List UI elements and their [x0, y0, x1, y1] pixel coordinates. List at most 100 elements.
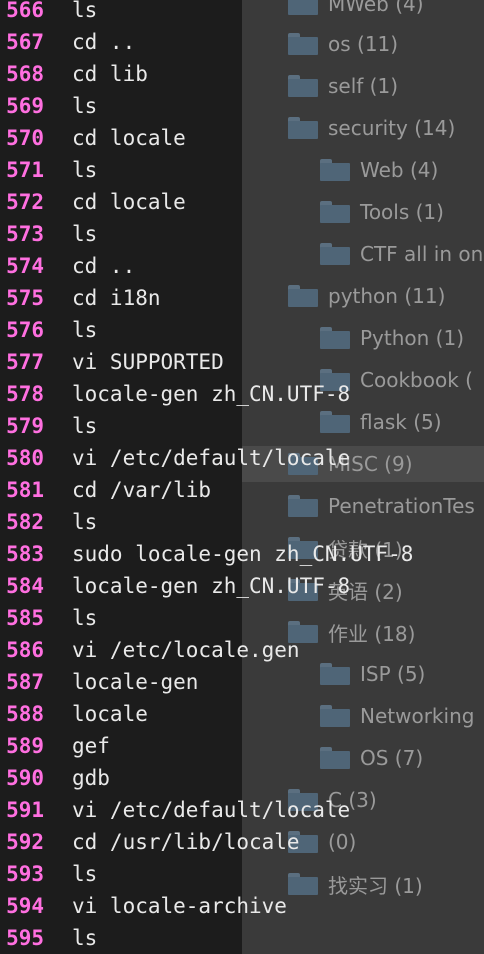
- file-tree-sidebar: MWeb (4) os (11) self (1) security (14) …: [242, 0, 484, 954]
- folder-icon: [320, 747, 350, 769]
- line-number: 579: [6, 414, 44, 438]
- tree-item-label: Web (4): [360, 158, 439, 182]
- command-text: ls: [72, 318, 98, 342]
- history-line: 574 cd ..: [0, 250, 135, 282]
- tree-item-label: PenetrationTes: [328, 494, 475, 518]
- history-line: 570 cd locale: [0, 122, 186, 154]
- line-number: 589: [6, 734, 44, 758]
- line-number: 593: [6, 862, 44, 886]
- tree-item-label: python (11): [328, 284, 446, 308]
- line-number: 567: [6, 30, 44, 54]
- history-line: 581 cd /var/lib: [0, 474, 211, 506]
- command-text: ls: [72, 510, 98, 534]
- tree-item-label: ISP (5): [360, 662, 426, 686]
- command-text: cd ..: [72, 254, 136, 278]
- folder-icon: [288, 75, 318, 97]
- tree-item-internship[interactable]: 找实习 (1): [288, 868, 423, 900]
- folder-icon: [320, 201, 350, 223]
- tree-item-flask[interactable]: flask (5): [320, 406, 442, 438]
- command-text: locale: [72, 702, 148, 726]
- tree-item-misc[interactable]: MISC (9): [288, 448, 413, 480]
- tree-item-tools[interactable]: Tools (1): [320, 196, 444, 228]
- tree-item-unnamed[interactable]: (0): [288, 826, 356, 858]
- command-text: ls: [72, 94, 98, 118]
- folder-icon: [288, 0, 318, 15]
- history-line: 573 ls: [0, 218, 97, 250]
- history-line: 582 ls: [0, 506, 97, 538]
- folder-icon: [288, 33, 318, 55]
- line-number: 572: [6, 190, 44, 214]
- tree-item-networking[interactable]: Networking: [320, 700, 474, 732]
- line-number: 575: [6, 286, 44, 310]
- tree-item-os[interactable]: os (11): [288, 28, 398, 60]
- tree-item-loan[interactable]: 贷款 (1): [288, 532, 403, 564]
- line-number: 571: [6, 158, 44, 182]
- tree-item-label: flask (5): [360, 410, 442, 434]
- tree-item-english[interactable]: 英语 (2): [288, 574, 403, 606]
- tree-item-ctf-all-in-one[interactable]: CTF all in one: [320, 238, 484, 270]
- folder-icon: [320, 327, 350, 349]
- folder-icon: [320, 663, 350, 685]
- tree-item-penetrationtest[interactable]: PenetrationTes: [288, 490, 475, 522]
- folder-icon: [288, 537, 318, 559]
- tree-item-label: 作业 (18): [328, 621, 416, 646]
- folder-icon: [288, 495, 318, 517]
- line-number: 568: [6, 62, 44, 86]
- folder-icon: [288, 579, 318, 601]
- tree-item-label: self (1): [328, 74, 399, 98]
- tree-item-isp[interactable]: ISP (5): [320, 658, 425, 690]
- tree-item-label: Cookbook (: [360, 368, 473, 392]
- history-line: 576 ls: [0, 314, 97, 346]
- tree-item-web[interactable]: Web (4): [320, 154, 438, 186]
- tree-item-c[interactable]: C (3): [288, 784, 377, 816]
- line-number: 590: [6, 766, 44, 790]
- tree-item-label: 找实习 (1): [328, 873, 423, 898]
- command-text: cd lib: [72, 62, 148, 86]
- line-number: 586: [6, 638, 44, 662]
- tree-item-cookbook[interactable]: Cookbook (: [320, 364, 473, 396]
- command-text: cd i18n: [72, 286, 161, 310]
- history-line: 585 ls: [0, 602, 97, 634]
- history-line: 572 cd locale: [0, 186, 186, 218]
- folder-icon: [288, 873, 318, 895]
- history-line: 567 cd ..: [0, 26, 135, 58]
- tree-item-security[interactable]: security (14): [288, 112, 455, 144]
- history-line: 589 gef: [0, 730, 110, 762]
- line-number: 592: [6, 830, 44, 854]
- line-number: 576: [6, 318, 44, 342]
- tree-item-python[interactable]: python (11): [288, 280, 445, 312]
- folder-icon: [320, 159, 350, 181]
- tree-item-label: (0): [328, 830, 357, 854]
- command-text: cd /var/lib: [72, 478, 212, 502]
- history-line: 568 cd lib: [0, 58, 148, 90]
- history-line: 587 locale-gen: [0, 666, 198, 698]
- line-number: 581: [6, 478, 44, 502]
- history-line: 595 ls: [0, 922, 97, 954]
- history-line: 593 ls: [0, 858, 97, 890]
- tree-item-python-sub[interactable]: Python (1): [320, 322, 464, 354]
- tree-item-label: 英语 (2): [328, 579, 403, 604]
- folder-icon: [288, 831, 318, 853]
- line-number: 570: [6, 126, 44, 150]
- tree-item-homework[interactable]: 作业 (18): [288, 616, 415, 648]
- tree-item-mweb[interactable]: MWeb (4): [288, 0, 424, 20]
- command-text: cd ..: [72, 30, 136, 54]
- history-line: 566 ls: [0, 0, 97, 26]
- folder-icon: [288, 285, 318, 307]
- line-number: 585: [6, 606, 44, 630]
- folder-icon: [320, 411, 350, 433]
- command-text: ls: [72, 0, 98, 22]
- command-text: cd locale: [72, 190, 186, 214]
- command-text: cd locale: [72, 126, 186, 150]
- tree-item-label: OS (7): [360, 746, 424, 770]
- line-number: 587: [6, 670, 44, 694]
- line-number: 588: [6, 702, 44, 726]
- tree-item-self[interactable]: self (1): [288, 70, 398, 102]
- tree-item-os-homework[interactable]: OS (7): [320, 742, 423, 774]
- folder-icon: [288, 117, 318, 139]
- line-number: 574: [6, 254, 44, 278]
- folder-icon: [288, 789, 318, 811]
- line-number: 591: [6, 798, 44, 822]
- history-line: 577 vi SUPPORTED: [0, 346, 224, 378]
- tree-item-label: C (3): [328, 788, 377, 812]
